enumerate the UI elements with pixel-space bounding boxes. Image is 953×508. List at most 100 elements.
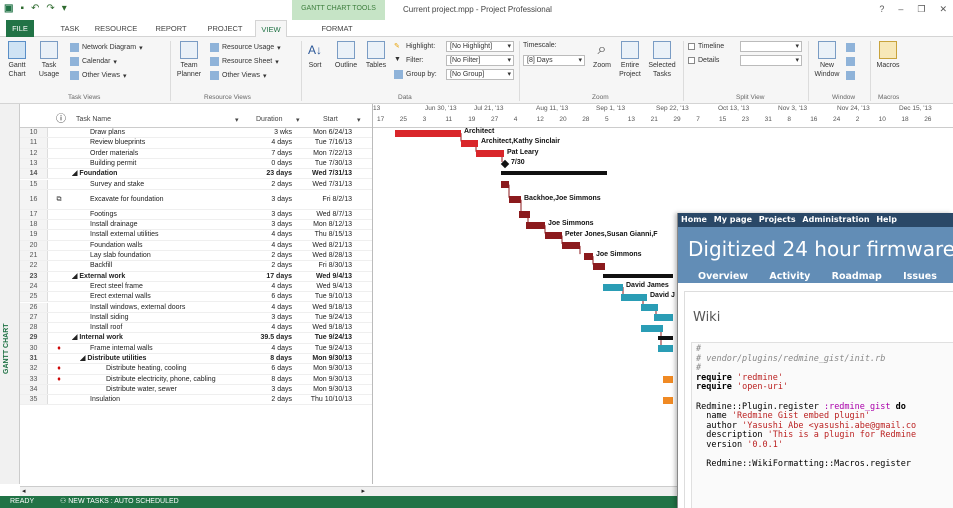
undo-icon[interactable]: ↶ [31, 3, 39, 14]
hide-window-button[interactable] [846, 71, 855, 80]
duration-cell[interactable]: 0 days [250, 159, 292, 169]
menu-home[interactable]: Home [681, 215, 707, 224]
tab-view[interactable]: VIEW [255, 20, 287, 38]
table-row[interactable]: 16 ⧉ Excavate for foundation 3 days Fri 8/2/… [20, 189, 372, 210]
row-id[interactable]: 32 [20, 364, 48, 374]
table-row[interactable]: 28 Install roof 4 days Wed 9/18/13 [20, 323, 372, 334]
duration-cell[interactable]: 2 days [250, 251, 292, 261]
row-id[interactable]: 14 [20, 169, 48, 179]
row-id[interactable]: 13 [20, 158, 48, 169]
switch-windows-button[interactable] [846, 43, 855, 52]
start-cell[interactable]: Mon 9/30/13 [296, 354, 352, 364]
row-id[interactable]: 25 [20, 292, 48, 302]
zoom-button[interactable]: ⌕ Zoom [590, 41, 614, 70]
start-cell[interactable]: Wed 7/31/13 [296, 180, 352, 190]
task-name-cell[interactable]: Lay slab foundation [90, 251, 245, 261]
redmine-browser-window[interactable]: Home My page Projects Administration Hel… [677, 213, 953, 508]
row-id[interactable]: 11 [20, 138, 48, 148]
task-name-cell[interactable]: ◢ Distribute utilities [80, 354, 245, 364]
outline-button[interactable]: Outline [331, 41, 361, 70]
duration-cell[interactable]: 4 days [250, 344, 292, 354]
filter-dropdown[interactable]: [No Filter] ▾ [446, 55, 514, 66]
task-name-cell[interactable]: Distribute heating, cooling [106, 364, 245, 374]
start-cell[interactable]: Mon 9/30/13 [296, 385, 352, 395]
row-id[interactable]: 27 [20, 312, 48, 323]
tab-project[interactable]: PROJECT [203, 20, 247, 37]
task-name-cell[interactable]: Install drainage [90, 220, 245, 230]
row-id[interactable]: 16 [20, 189, 48, 209]
row-id[interactable]: 22 [20, 261, 48, 271]
menu-my-page[interactable]: My page [714, 215, 752, 224]
duration-cell[interactable]: 4 days [250, 282, 292, 292]
duration-cell[interactable]: 6 days [250, 292, 292, 302]
table-row[interactable]: 12 Order materials 7 days Mon 7/22/13 [20, 148, 372, 159]
table-row[interactable]: 34 Distribute water, sewer 3 days Mon 9/30/… [20, 384, 372, 396]
task-usage-button[interactable]: Task Usage [36, 41, 62, 79]
start-cell[interactable]: Wed 8/7/13 [296, 210, 352, 220]
row-id[interactable]: 19 [20, 230, 48, 240]
task-bar[interactable] [509, 196, 521, 204]
minimize-button[interactable]: – [898, 4, 903, 15]
task-grid[interactable]: ⓘ Task Name ▾ Duration ▾ Start ▾ 10 Draw … [20, 104, 373, 484]
other-views-button[interactable]: Other Views ▾ [70, 71, 127, 80]
row-id[interactable]: 21 [20, 251, 48, 261]
details-view-dropdown[interactable]: ▾ [740, 55, 802, 66]
row-id[interactable]: 15 [20, 179, 48, 189]
start-cell[interactable]: Mon 9/30/13 [296, 375, 352, 385]
column-dropdown-icon[interactable]: ▾ [296, 116, 300, 124]
task-name-cell[interactable]: Building permit [90, 159, 245, 169]
start-cell[interactable]: Tue 9/10/13 [296, 292, 352, 302]
timescale-dropdown[interactable]: [8] Days ▾ [523, 55, 585, 66]
table-row[interactable]: 24 Erect steel frame 4 days Wed 9/4/13 [20, 281, 372, 293]
row-id[interactable]: 35 [20, 395, 48, 405]
tab-resource[interactable]: RESOURCE [93, 20, 139, 37]
resource-sheet-button[interactable]: Resource Sheet ▾ [210, 57, 279, 66]
task-bar[interactable] [663, 376, 673, 384]
timeline-checkbox[interactable]: Timeline [688, 43, 724, 50]
sort-button[interactable]: A↓ Sort [305, 41, 325, 70]
table-row[interactable]: 32 ♦ Distribute heating, cooling 6 days Mon … [20, 364, 372, 375]
start-cell[interactable]: Wed 8/28/13 [296, 251, 352, 261]
row-id[interactable]: 31 [20, 354, 48, 364]
new-tasks-mode[interactable]: ⚇ NEW TASKS : AUTO SCHEDULED [60, 496, 179, 508]
table-row[interactable]: 35 Insulation 2 days Thu 10/10/13 [20, 395, 372, 406]
start-cell[interactable]: Tue 9/24/13 [296, 313, 352, 323]
start-cell[interactable]: Wed 7/31/13 [296, 169, 352, 179]
entire-project-button[interactable]: Entire Project [617, 41, 643, 79]
task-bar[interactable] [476, 150, 504, 158]
task-name-cell[interactable]: ◢ Foundation [72, 169, 245, 179]
table-row[interactable]: 17 Footings 3 days Wed 8/7/13 [20, 209, 372, 221]
table-row[interactable]: 31 ◢ Distribute utilities 8 days Mon 9/30/1… [20, 354, 372, 365]
row-id[interactable]: 12 [20, 148, 48, 158]
row-id[interactable]: 29 [20, 333, 48, 343]
task-name-cell[interactable]: Foundation walls [90, 241, 245, 251]
tab-format[interactable]: FORMAT [315, 20, 359, 37]
task-name-cell[interactable]: Install siding [90, 313, 245, 323]
task-bar[interactable] [461, 139, 478, 147]
row-id[interactable]: 33 [20, 374, 48, 384]
task-name-cell[interactable]: Erect steel frame [90, 282, 245, 292]
table-row[interactable]: 21 Lay slab foundation 2 days Wed 8/28/13 [20, 251, 372, 262]
task-name-cell[interactable]: Install roof [90, 323, 245, 333]
table-row[interactable]: 20 Foundation walls 4 days Wed 8/21/13 [20, 240, 372, 251]
task-bar[interactable] [519, 211, 530, 219]
table-row[interactable]: 15 Survey and stake 2 days Wed 7/31/13 [20, 179, 372, 190]
summary-bar[interactable] [658, 335, 673, 340]
duration-cell[interactable]: 4 days [250, 303, 292, 313]
task-name-cell[interactable]: Excavate for foundation [90, 190, 245, 210]
task-name-cell[interactable]: Review blueprints [90, 138, 245, 148]
task-name-cell[interactable]: ◢ External work [72, 272, 245, 282]
resource-usage-button[interactable]: Resource Usage ▾ [210, 43, 281, 52]
column-dropdown-icon[interactable]: ▾ [235, 116, 239, 124]
table-row[interactable]: 19 Install external utilities 4 days Thu 8/… [20, 230, 372, 241]
start-cell[interactable]: Mon 8/12/13 [296, 220, 352, 230]
table-row[interactable]: 33 ♦ Distribute electricity, phone, cablin… [20, 374, 372, 385]
details-checkbox[interactable]: Details [688, 57, 719, 64]
start-cell[interactable]: Tue 9/24/13 [296, 344, 352, 354]
row-id[interactable]: 10 [20, 128, 48, 138]
tab-roadmap[interactable]: Roadmap [832, 271, 882, 282]
table-row[interactable]: 11 Review blueprints 4 days Tue 7/16/13 [20, 138, 372, 149]
task-bar[interactable] [658, 345, 673, 353]
gantt-chart-button[interactable]: Gantt Chart [4, 41, 30, 79]
start-cell[interactable]: Wed 9/18/13 [296, 303, 352, 313]
